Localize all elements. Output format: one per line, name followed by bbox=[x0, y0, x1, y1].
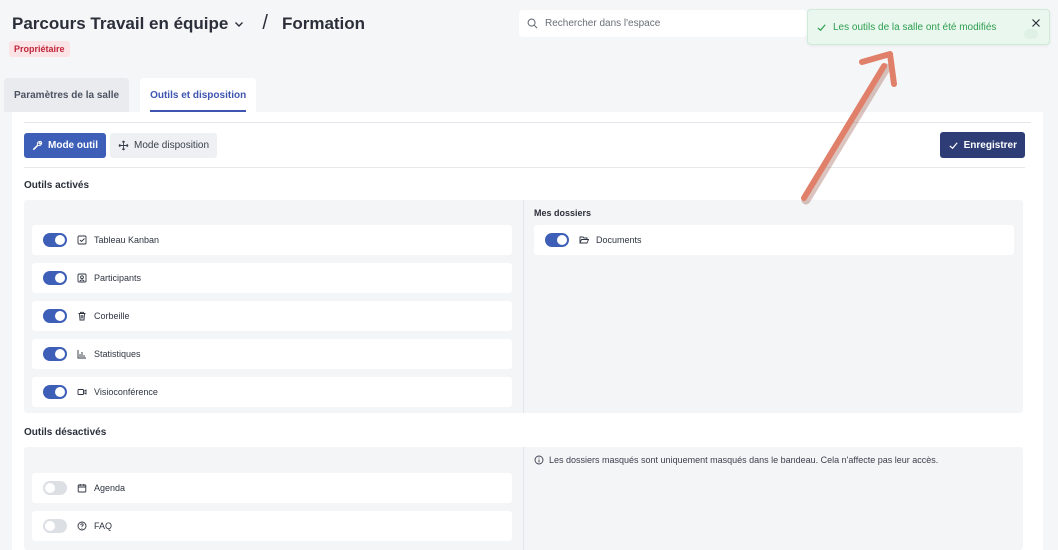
space-name[interactable]: Parcours Travail en équipe bbox=[12, 14, 228, 34]
toast-progress bbox=[1024, 29, 1038, 39]
close-icon[interactable] bbox=[1031, 18, 1041, 28]
search-icon bbox=[527, 18, 538, 29]
role-badge: Propriétaire bbox=[9, 41, 70, 57]
room-name: Formation bbox=[281, 13, 366, 33]
folder-row-documents: Documents bbox=[534, 225, 1014, 255]
save-label: Enregistrer bbox=[963, 139, 1017, 151]
tab-room-settings[interactable]: Paramètres de la salle bbox=[4, 78, 130, 112]
search-input[interactable] bbox=[545, 18, 785, 29]
my-folders-title: Mes dossiers bbox=[534, 208, 592, 218]
tool-label: FAQ bbox=[94, 521, 113, 531]
tool-row-trash: Corbeille bbox=[32, 301, 512, 331]
toggle-video[interactable] bbox=[43, 385, 67, 399]
info-text: Les dossiers masqués sont uniquement mas… bbox=[549, 455, 939, 465]
page-title: Parcours Travail en équipe / Formation bbox=[12, 12, 365, 35]
toggle-statistics[interactable] bbox=[43, 347, 67, 361]
hidden-folders-info: Les dossiers masqués sont uniquement mas… bbox=[534, 455, 938, 465]
chevron-down-icon[interactable] bbox=[234, 19, 244, 29]
calendar-icon bbox=[77, 484, 87, 493]
video-icon bbox=[77, 389, 87, 395]
inactive-tools-zone: Agenda FAQ Les dossiers masqués sont uni… bbox=[24, 447, 1023, 550]
toggle-agenda[interactable] bbox=[43, 481, 67, 495]
toolbar-divider bbox=[24, 167, 1025, 168]
trash-icon bbox=[78, 311, 86, 321]
move-icon bbox=[118, 140, 129, 151]
save-button[interactable]: Enregistrer bbox=[939, 132, 1025, 158]
tool-mode-label: Mode outil bbox=[48, 140, 98, 151]
tab-bar: Paramètres de la salle Outils et disposi… bbox=[4, 78, 257, 112]
success-toast: Les outils de la salle ont été modifiés bbox=[807, 9, 1050, 45]
tool-label: Statistiques bbox=[94, 349, 141, 359]
tool-row-kanban: Tableau Kanban bbox=[32, 225, 512, 255]
toggle-participants[interactable] bbox=[43, 271, 67, 285]
zone-separator bbox=[523, 200, 524, 413]
toggle-kanban[interactable] bbox=[43, 233, 67, 247]
inactive-tools-title: Outils désactivés bbox=[24, 427, 107, 438]
wrench-icon bbox=[32, 140, 43, 151]
tool-label: Corbeille bbox=[94, 311, 130, 321]
layout-mode-button[interactable]: Mode disposition bbox=[110, 133, 218, 158]
info-icon bbox=[534, 455, 544, 465]
help-circle-icon bbox=[77, 521, 87, 531]
tool-row-agenda: Agenda bbox=[32, 473, 512, 503]
bar-chart-icon bbox=[77, 350, 86, 359]
settings-panel: Mode outil Mode disposition Enregistrer … bbox=[12, 112, 1043, 550]
checkbox-icon bbox=[77, 235, 87, 245]
zone-separator bbox=[523, 447, 524, 550]
tool-row-faq: FAQ bbox=[32, 511, 512, 541]
user-card-icon bbox=[77, 273, 87, 283]
folder-label: Documents bbox=[596, 235, 642, 245]
toggle-trash[interactable] bbox=[43, 309, 67, 323]
tool-label: Visioconférence bbox=[94, 387, 158, 397]
active-tools-title: Outils activés bbox=[24, 180, 90, 191]
toast-message: Les outils de la salle ont été modifiés bbox=[833, 21, 997, 33]
tool-row-participants: Participants bbox=[32, 263, 512, 293]
tool-row-video: Visioconférence bbox=[32, 377, 512, 407]
folder-open-icon bbox=[579, 236, 589, 244]
toggle-documents[interactable] bbox=[545, 233, 569, 247]
layout-mode-label: Mode disposition bbox=[134, 140, 210, 151]
check-icon bbox=[949, 141, 958, 149]
toggle-faq[interactable] bbox=[43, 519, 67, 533]
tool-row-statistics: Statistiques bbox=[32, 339, 512, 369]
search-box[interactable] bbox=[519, 10, 807, 37]
tool-label: Agenda bbox=[94, 483, 126, 493]
tool-label: Tableau Kanban bbox=[94, 235, 160, 245]
tab-tools-layout[interactable]: Outils et disposition bbox=[140, 78, 257, 112]
breadcrumb-separator: / bbox=[262, 12, 268, 34]
tool-label: Participants bbox=[94, 273, 142, 283]
check-icon bbox=[817, 23, 826, 31]
active-tools-zone: Tableau Kanban Participants Corbeille St… bbox=[24, 200, 1023, 413]
tool-mode-button[interactable]: Mode outil bbox=[24, 133, 106, 158]
panel-top-divider bbox=[24, 122, 1031, 123]
